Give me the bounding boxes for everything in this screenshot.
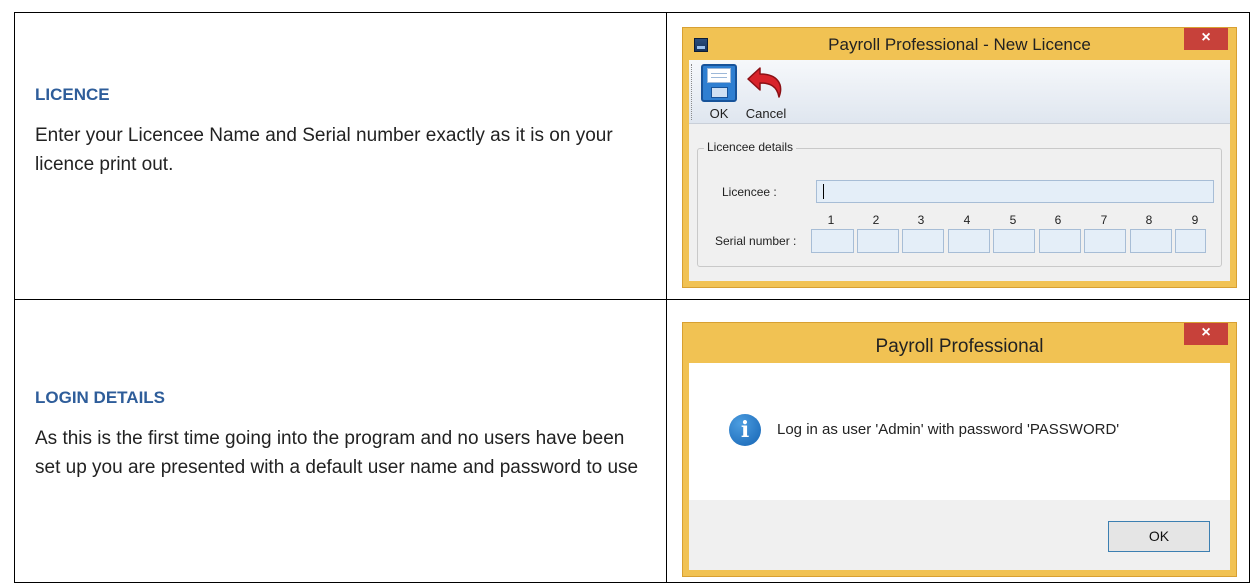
serial-input-4[interactable] (948, 229, 990, 253)
serial-input-1[interactable] (811, 229, 854, 253)
licencee-details-group: Licencee details Licencee : 1 2 3 4 5 6 … (697, 140, 1222, 267)
login-message-window: Payroll Professional × i Log in as user … (682, 322, 1237, 577)
ok-button[interactable]: OK (1108, 521, 1210, 552)
licencee-input[interactable] (816, 180, 1214, 203)
toolbar-grip[interactable] (691, 64, 694, 120)
new-licence-window: Payroll Professional - New Licence × OK … (682, 27, 1237, 288)
licence-instructions: LICENCE Enter your Licencee Name and Ser… (35, 85, 645, 179)
serial-column-2: 2 (872, 213, 880, 227)
window-title: Payroll Professional (875, 336, 1044, 357)
login-heading: LOGIN DETAILS (35, 388, 166, 407)
serial-number-label: Serial number : (715, 234, 797, 248)
title-bar[interactable]: Payroll Professional - New Licence × (683, 28, 1236, 60)
serial-column-6: 6 (1054, 213, 1062, 227)
serial-input-5[interactable] (993, 229, 1035, 253)
serial-input-3[interactable] (902, 229, 944, 253)
undo-arrow-icon (746, 64, 786, 102)
text-caret (823, 184, 824, 199)
serial-input-6[interactable] (1039, 229, 1081, 253)
serial-column-9: 9 (1191, 213, 1199, 227)
login-instructions: LOGIN DETAILS As this is the first time … (35, 388, 645, 482)
button-footer: OK (689, 500, 1230, 570)
serial-column-8: 8 (1145, 213, 1153, 227)
serial-input-2[interactable] (857, 229, 899, 253)
window-title: Payroll Professional - New Licence (828, 35, 1091, 54)
serial-column-5: 5 (1009, 213, 1017, 227)
column-divider (666, 13, 667, 582)
serial-column-7: 7 (1100, 213, 1108, 227)
licencee-label: Licencee : (722, 185, 777, 199)
ok-label: OK (709, 106, 729, 121)
row-divider (15, 299, 1249, 300)
close-button[interactable]: × (1184, 28, 1228, 50)
floppy-disk-icon (701, 64, 737, 102)
group-title: Licencee details (704, 140, 797, 154)
cancel-toolbar-button[interactable]: Cancel (741, 64, 791, 121)
login-body: As this is the first time going into the… (35, 428, 639, 478)
licence-body: Enter your Licencee Name and Serial numb… (35, 125, 613, 175)
cancel-label: Cancel (745, 106, 787, 121)
close-button[interactable]: × (1184, 323, 1228, 345)
toolbar: OK Cancel (689, 60, 1230, 124)
window-client: OK Cancel Licencee details Licencee : 1 … (689, 60, 1230, 281)
serial-input-9[interactable] (1175, 229, 1206, 253)
ok-toolbar-button[interactable]: OK (699, 64, 739, 121)
serial-column-1: 1 (827, 213, 835, 227)
serial-column-3: 3 (917, 213, 925, 227)
message-client: i Log in as user 'Admin' with password '… (689, 363, 1230, 570)
serial-input-8[interactable] (1130, 229, 1172, 253)
licence-heading: LICENCE (35, 85, 110, 104)
info-icon: i (729, 414, 761, 446)
message-text: Log in as user 'Admin' with password 'PA… (777, 421, 1120, 438)
serial-input-7[interactable] (1084, 229, 1126, 253)
serial-column-4: 4 (963, 213, 971, 227)
